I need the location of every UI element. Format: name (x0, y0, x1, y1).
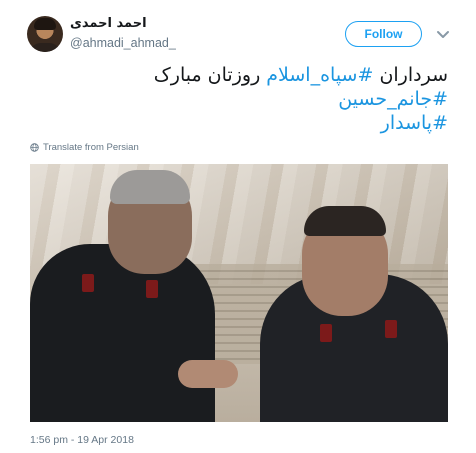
avatar-body-shape (29, 43, 61, 52)
tweet-card: احمد احمدی @ahmadi_ahmad_ Follow سرداران… (0, 0, 476, 453)
translate-label: Translate from Persian (43, 142, 139, 153)
photo-person-left-body (30, 244, 215, 422)
follow-button[interactable]: Follow (345, 21, 422, 47)
user-handle[interactable]: @ahmadi_ahmad_ (70, 36, 176, 50)
avatar[interactable] (27, 16, 63, 52)
tweet-timestamp[interactable]: 1:56 pm - 19 Apr 2018 (30, 434, 134, 446)
tweet-text-end: روزتان مبارک (153, 64, 267, 86)
tweet-line-1: سرداران #سپاه_اسلام روزتان مبارک (28, 63, 448, 87)
hashtag-link[interactable]: #جانم_حسین (28, 87, 448, 111)
collar-patch (320, 324, 332, 342)
globe-icon (30, 143, 39, 152)
collar-patch (385, 320, 397, 338)
photo-person-left-hair (110, 170, 190, 204)
avatar-hair-shape (34, 18, 56, 30)
display-name[interactable]: احمد احمدی (70, 16, 147, 31)
tweet-text-start: سرداران (373, 64, 448, 86)
chevron-down-icon[interactable] (436, 27, 450, 41)
photo-person-right-hair (304, 206, 386, 236)
tweet-photo[interactable] (30, 164, 448, 422)
hashtag-link[interactable]: #سپاه_اسلام (266, 64, 373, 86)
hashtag-link[interactable]: #پاسدار (28, 111, 448, 135)
photo-hand (178, 360, 238, 388)
translate-link[interactable]: Translate from Persian (30, 142, 139, 153)
collar-patch (146, 280, 158, 298)
tweet-text: سرداران #سپاه_اسلام روزتان مبارک #جانم_ح… (28, 63, 448, 135)
collar-patch (82, 274, 94, 292)
